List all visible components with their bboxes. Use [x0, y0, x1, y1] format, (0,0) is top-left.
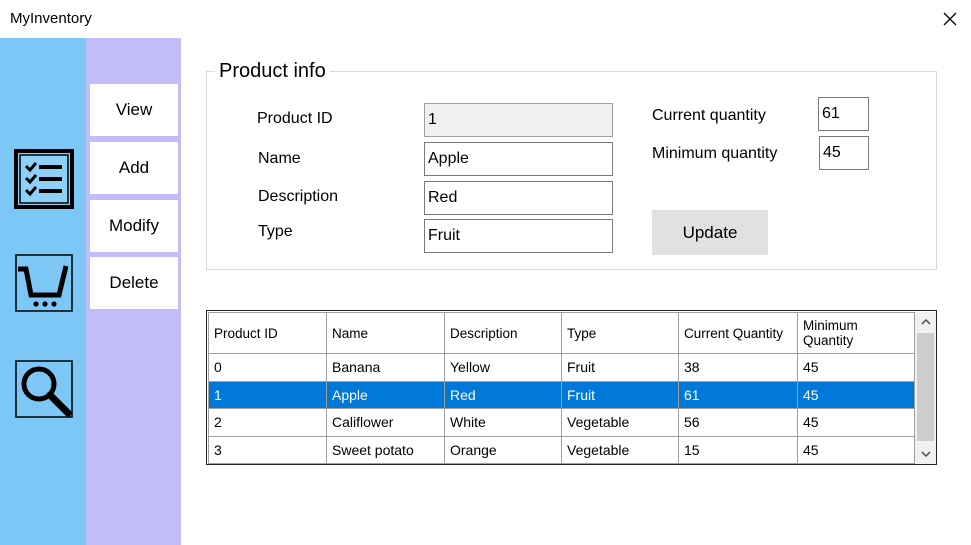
minimum-quantity-field[interactable] [819, 136, 869, 170]
search-button[interactable] [13, 358, 75, 420]
chevron-down-icon [921, 451, 930, 457]
name-field[interactable] [424, 142, 613, 176]
product-id-field[interactable] [424, 103, 613, 137]
table-cell: Banana [326, 353, 445, 382]
table-cell: Vegetable [561, 435, 679, 464]
table-cell: 45 [797, 435, 915, 464]
table-cell: Yellow [444, 353, 562, 382]
update-button[interactable]: Update [652, 210, 768, 255]
product-id-label: Product ID [257, 110, 333, 127]
table-row[interactable]: 2 Califlower White Vegetable 56 45 [208, 408, 915, 437]
table-cell: Fruit [561, 380, 679, 409]
table-cell: Apple [326, 380, 445, 409]
column-header-product-id[interactable]: Product ID [208, 312, 327, 354]
table-cell: 0 [208, 353, 327, 382]
type-label: Type [258, 223, 293, 240]
table-cell: 38 [678, 353, 798, 382]
description-label: Description [258, 188, 339, 205]
table-cell: 1 [208, 380, 327, 409]
description-field[interactable] [424, 181, 613, 215]
column-header-current-quantity[interactable]: Current Quantity [678, 312, 798, 354]
icon-rail [0, 38, 86, 545]
magnifier-icon [15, 360, 73, 418]
table-cell: Fruit [561, 353, 679, 382]
menu-column: View Add Modify Delete [86, 38, 181, 545]
shopping-cart-button[interactable] [13, 252, 75, 314]
scrollbar-thumb[interactable] [917, 333, 934, 441]
table-row[interactable]: 0 Banana Yellow Fruit 38 45 [208, 353, 915, 382]
table-cell: 15 [678, 435, 798, 464]
table-cell: 56 [678, 408, 798, 437]
table-cell: Sweet potato [326, 435, 445, 464]
view-button[interactable]: View [90, 84, 178, 136]
table-cell: Red [444, 380, 562, 409]
column-header-minimum-quantity[interactable]: Minimum Quantity [797, 312, 915, 354]
scroll-down-button[interactable] [915, 445, 936, 464]
table-cell: 45 [797, 353, 915, 382]
column-header-type[interactable]: Type [561, 312, 679, 354]
modify-button[interactable]: Modify [90, 200, 178, 252]
inventory-list-button[interactable] [13, 148, 75, 210]
inventory-table: Product ID Name Description Type Current… [206, 310, 937, 465]
product-info-title: Product info [219, 60, 326, 82]
table-cell: Orange [444, 435, 562, 464]
table-cell: 3 [208, 435, 327, 464]
table-cell: Califlower [326, 408, 445, 437]
delete-button[interactable]: Delete [90, 257, 178, 309]
title-bar: MyInventory [0, 0, 971, 38]
inventory-grid: Product ID Name Description Type Current… [208, 312, 915, 464]
type-field[interactable] [424, 219, 613, 253]
chevron-up-icon [921, 319, 930, 325]
close-button[interactable] [934, 4, 966, 34]
add-button[interactable]: Add [90, 142, 178, 194]
table-cell: 2 [208, 408, 327, 437]
table-row-selected[interactable]: 1 Apple Red Fruit 61 45 [208, 380, 915, 409]
window-title: MyInventory [10, 10, 92, 27]
table-cell: 45 [797, 380, 915, 409]
close-icon [943, 12, 957, 26]
minimum-quantity-label: Minimum quantity [652, 145, 778, 162]
table-cell: White [444, 408, 562, 437]
table-row[interactable]: 3 Sweet potato Orange Vegetable 15 45 [208, 435, 915, 464]
table-cell: Vegetable [561, 408, 679, 437]
column-header-description[interactable]: Description [444, 312, 562, 354]
column-header-name[interactable]: Name [326, 312, 445, 354]
vertical-scrollbar[interactable] [915, 312, 936, 464]
table-cell: 61 [678, 380, 798, 409]
current-quantity-field[interactable] [818, 97, 869, 131]
checklist-icon [14, 149, 74, 209]
table-header-row: Product ID Name Description Type Current… [208, 312, 915, 354]
shopping-cart-icon [15, 254, 73, 312]
scroll-up-button[interactable] [915, 312, 936, 331]
name-label: Name [258, 150, 301, 167]
table-cell: 45 [797, 408, 915, 437]
current-quantity-label: Current quantity [652, 107, 766, 124]
